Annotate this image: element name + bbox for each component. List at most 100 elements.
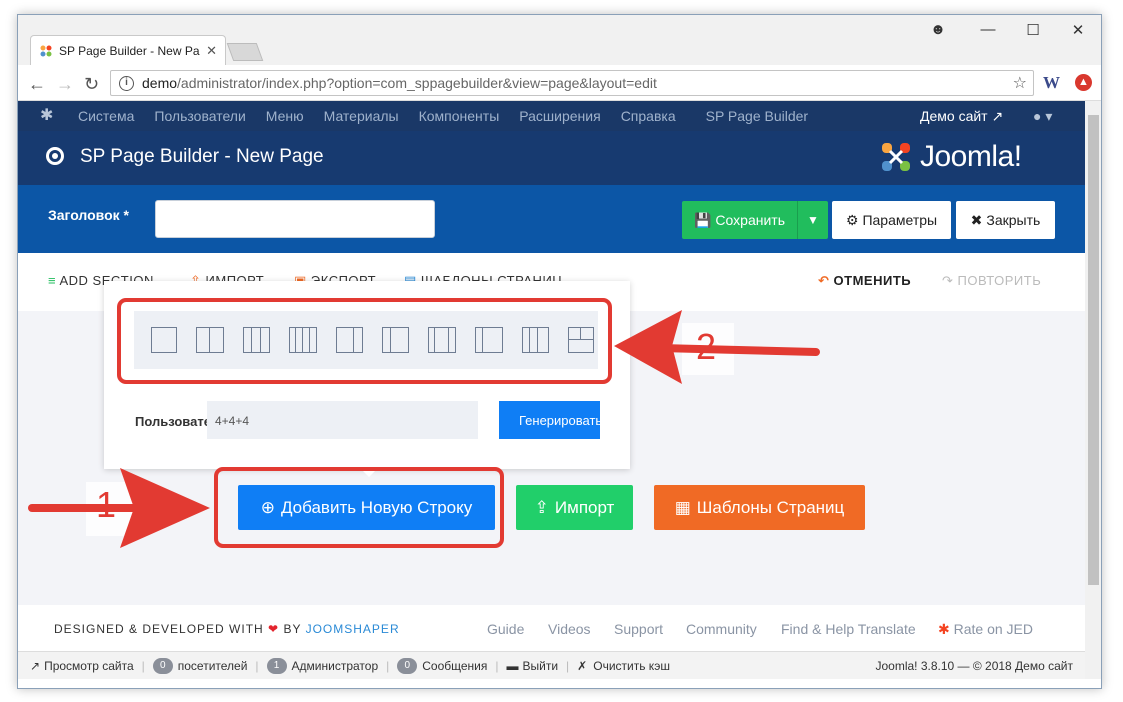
- address-row: ← → ↻ i demo /administrator/index.php?op…: [18, 65, 1101, 101]
- title-input[interactable]: [155, 200, 435, 238]
- tab-close-icon[interactable]: ✕: [206, 43, 217, 59]
- page-scrollbar[interactable]: [1085, 101, 1101, 679]
- info-icon[interactable]: i: [119, 75, 134, 91]
- layout-4-col[interactable]: [289, 327, 317, 353]
- undo-icon: ↶: [818, 273, 830, 288]
- redo-icon: ↷: [942, 273, 954, 288]
- params-label: Параметры: [862, 212, 938, 228]
- minimize-button[interactable]: —: [968, 21, 1008, 38]
- footer-link-translate[interactable]: Find & Help Translate: [781, 621, 916, 637]
- version-text: Joomla! 3.8.10 — © 2018 Демо сайт: [875, 658, 1073, 673]
- admin-status-bar: ↗ Просмотр сайта | 0 посетителей | 1 Админи…: [18, 651, 1085, 679]
- plus-circle-icon: ⊕: [260, 497, 275, 517]
- menu-item-menus[interactable]: Меню: [266, 108, 304, 124]
- bookmark-star-icon[interactable]: ☆: [1013, 73, 1027, 93]
- separator: |: [566, 658, 570, 673]
- profile-icon[interactable]: ☻: [918, 21, 958, 38]
- layout-8-4[interactable]: [336, 327, 363, 353]
- back-arrow-icon[interactable]: ←: [28, 74, 46, 95]
- minus-icon: ▬: [506, 658, 519, 673]
- logout-link[interactable]: ▬ Выйти: [507, 659, 559, 673]
- separator: |: [495, 658, 499, 673]
- brand-text: Joomla!: [920, 140, 1022, 173]
- browser-window: SP Page Builder - New Pa ✕ ☻ — ☐ ✕ ← → ↻…: [17, 14, 1102, 689]
- layout-1-col[interactable]: [151, 327, 177, 353]
- extension-w-icon[interactable]: W: [1043, 73, 1060, 93]
- column-layout-popup: Пользовательский 4+4+4 Генерировать: [104, 281, 630, 477]
- layout-grid[interactable]: [568, 327, 594, 353]
- params-button[interactable]: ⚙ Параметры: [832, 201, 951, 239]
- close-window-button[interactable]: ✕: [1058, 21, 1098, 39]
- site-link[interactable]: Демо сайт ↗: [920, 108, 1003, 125]
- popup-pointer: [360, 468, 378, 477]
- tab-title: SP Page Builder - New Pa: [59, 43, 200, 58]
- layout-3-6-3[interactable]: [428, 327, 456, 353]
- address-bar[interactable]: i demo /administrator/index.php?option=c…: [110, 70, 1034, 96]
- footer-link-support[interactable]: Support: [614, 621, 663, 637]
- footer-link-community[interactable]: Community: [686, 621, 757, 637]
- generate-button[interactable]: Генерировать: [499, 401, 600, 439]
- joomshaper-link[interactable]: JOOMSHAPER: [306, 622, 400, 636]
- tab-bar: SP Page Builder - New Pa ✕ ☻ — ☐ ✕: [18, 15, 1101, 65]
- footer-link-guide[interactable]: Guide: [487, 621, 524, 637]
- close-button[interactable]: ✖ Закрыть: [956, 201, 1055, 239]
- footer-link-rate[interactable]: ✱ Rate on JED: [938, 621, 1033, 638]
- joomla-small-icon: ✱: [938, 621, 950, 637]
- scrollbar-thumb[interactable]: [1088, 115, 1099, 585]
- gear-icon: ⚙: [845, 211, 859, 228]
- url-host: demo: [142, 75, 178, 91]
- user-menu-icon[interactable]: ● ▾: [1033, 108, 1052, 125]
- messages-link[interactable]: 0 Сообщения: [397, 657, 488, 674]
- page-templates-label: Шаблоны Страниц: [696, 497, 845, 517]
- save-button-group: 💾 Сохранить ▼: [682, 201, 828, 239]
- menu-item-extensions[interactable]: Расширения: [519, 108, 600, 124]
- menu-item-components[interactable]: Компоненты: [419, 108, 500, 124]
- messages-label: Сообщения: [422, 658, 488, 673]
- page-title: SP Page Builder - New Page: [80, 146, 324, 167]
- logout-label: Выйти: [522, 658, 559, 673]
- menu-item-users[interactable]: Пользователи: [154, 108, 245, 124]
- reload-icon[interactable]: ↻: [84, 74, 99, 95]
- footer-link-videos[interactable]: Videos: [548, 621, 591, 637]
- site-link-label: Демо сайт: [920, 107, 988, 124]
- layout-4-8[interactable]: [382, 327, 409, 353]
- add-row-label: Добавить Новую Строку: [280, 497, 473, 517]
- joomla-admin-menu: ✱ Система Пользователи Меню Материалы Ко…: [18, 101, 1085, 131]
- broom-icon: ✗: [577, 658, 588, 673]
- new-tab-button[interactable]: [226, 43, 264, 61]
- tab-sp-page-builder[interactable]: SP Page Builder - New Pa ✕: [30, 35, 226, 65]
- footer-credit: DESIGNED & DEVELOPED WITH ❤ BY JOOMSHAPE…: [54, 622, 400, 636]
- redo-button[interactable]: ↷ ПОВТОРИТЬ: [942, 273, 1041, 289]
- menu-item-sp-page-builder[interactable]: SP Page Builder: [706, 108, 808, 124]
- layout-3-col[interactable]: [243, 327, 270, 353]
- add-new-row-button[interactable]: ⊕ Добавить Новую Строку: [238, 485, 495, 530]
- external-link-icon: ↗: [991, 107, 1004, 124]
- admins-status: 1 Администратор: [266, 657, 378, 674]
- save-button[interactable]: 💾 Сохранить: [682, 201, 798, 239]
- visitors-status: 0 посетителей: [152, 657, 247, 674]
- undo-button[interactable]: ↶ ОТМЕНИТЬ: [818, 273, 911, 289]
- external-link-icon: ↗: [30, 658, 41, 673]
- layout-2-col[interactable]: [196, 327, 224, 353]
- menu-item-help[interactable]: Справка: [621, 108, 676, 124]
- admins-badge: 1: [266, 657, 287, 674]
- extension-red-icon[interactable]: ▲: [1075, 74, 1092, 91]
- custom-layout-input[interactable]: 4+4+4: [207, 401, 478, 439]
- menu-item-content[interactable]: Материалы: [324, 108, 399, 124]
- forward-arrow-icon[interactable]: →: [56, 74, 74, 95]
- layout-4-4-4-alt[interactable]: [522, 327, 549, 353]
- maximize-button[interactable]: ☐: [1013, 21, 1053, 39]
- import-button[interactable]: ⇪ Импорт: [516, 485, 633, 530]
- save-icon: 💾: [693, 211, 712, 228]
- save-dropdown-toggle[interactable]: ▼: [798, 201, 828, 239]
- joomla-logo-icon[interactable]: ✱: [40, 108, 54, 124]
- clear-cache-link[interactable]: ✗ Очистить кэш: [577, 659, 670, 673]
- save-label: Сохранить: [715, 212, 785, 228]
- layout-3-9[interactable]: [475, 327, 503, 353]
- view-site-link[interactable]: ↗ Просмотр сайта: [30, 659, 134, 673]
- messages-badge: 0: [397, 657, 418, 674]
- grid-icon: ▦: [674, 497, 691, 517]
- page-templates-button[interactable]: ▦ Шаблоны Страниц: [654, 485, 865, 530]
- menu-item-system[interactable]: Система: [78, 108, 134, 124]
- separator: |: [255, 658, 259, 673]
